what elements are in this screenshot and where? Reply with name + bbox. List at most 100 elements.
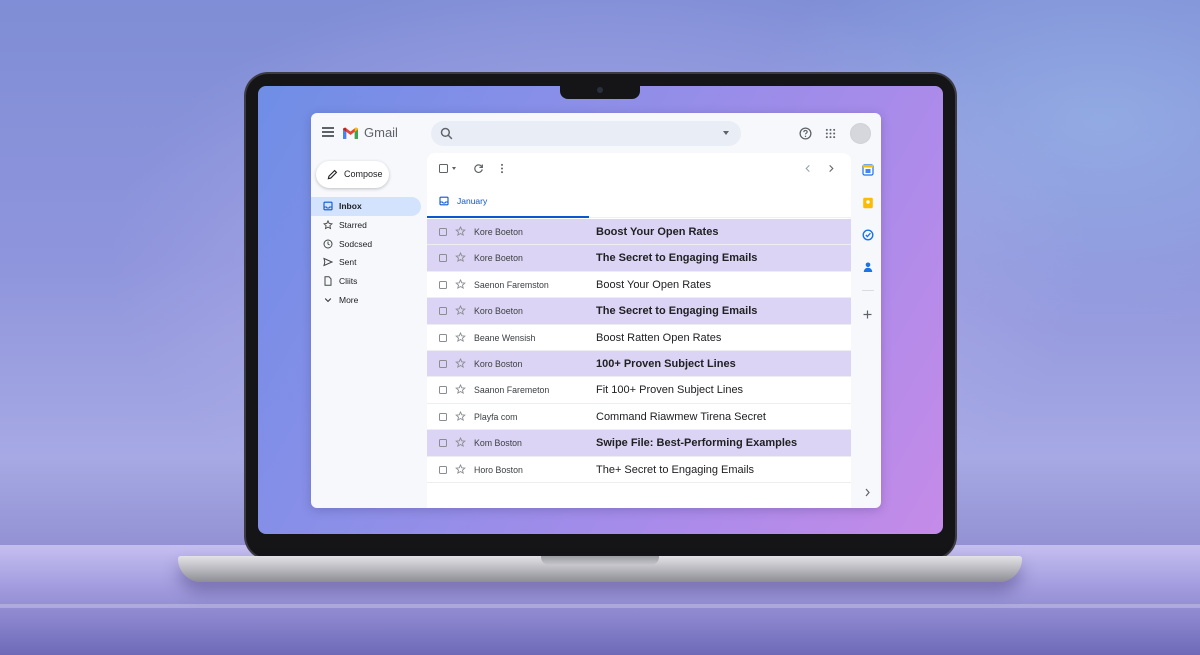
- table-row[interactable]: Playfa com Command Riawmew Tirena Secret: [427, 403, 851, 431]
- search-icon[interactable]: [440, 127, 453, 140]
- email-subject: The Secret to Engaging Emails: [596, 252, 758, 265]
- list-toolbar: [427, 153, 851, 184]
- side-panel-divider: [862, 290, 874, 291]
- star-icon[interactable]: [455, 410, 466, 422]
- hamburger-menu-icon[interactable]: [322, 127, 334, 137]
- row-checkbox[interactable]: [439, 359, 447, 368]
- draft-icon: [324, 276, 332, 286]
- table-row[interactable]: Koro Boston 100+ Proven Subject Lines: [427, 350, 851, 378]
- row-checkbox[interactable]: [439, 228, 447, 236]
- send-icon: [323, 258, 333, 267]
- search-bar[interactable]: [431, 121, 741, 146]
- star-icon[interactable]: [455, 437, 466, 448]
- calendar-icon[interactable]: [862, 164, 874, 176]
- email-sender: Koro Boeton: [474, 306, 523, 317]
- table-row[interactable]: Kore Boeton The Secret to Engaging Emails: [427, 245, 851, 272]
- chevron-right-icon[interactable]: [864, 488, 871, 497]
- gmail-window: Gmail Compose Inbox Starred Sodcsed Sent…: [311, 113, 881, 508]
- table-row[interactable]: Saanon Faremeton Fit 100+ Proven Subject …: [427, 377, 851, 404]
- row-checkbox[interactable]: [439, 307, 447, 316]
- tab-primary[interactable]: January: [427, 184, 589, 218]
- sidebar-item-drafts[interactable]: Cliits: [311, 272, 421, 291]
- tab-label: January: [457, 196, 488, 206]
- laptop-opening-notch: [541, 556, 659, 565]
- email-sender: Saenon Faremston: [474, 279, 549, 290]
- inbox-icon: [323, 201, 333, 211]
- chevron-right-icon[interactable]: [827, 164, 835, 173]
- email-sender: Saanon Faremeton: [474, 385, 550, 396]
- table-row[interactable]: Kore Boeton Boost Your Open Rates: [427, 219, 851, 246]
- pencil-icon: [327, 169, 338, 180]
- star-icon[interactable]: [455, 226, 466, 237]
- row-checkbox[interactable]: [439, 412, 447, 421]
- help-icon[interactable]: [799, 127, 812, 140]
- sidebar-item-label: Sent: [339, 257, 357, 268]
- star-icon[interactable]: [455, 384, 466, 395]
- row-checkbox[interactable]: [439, 254, 447, 263]
- compose-label: Compose: [344, 169, 383, 179]
- row-checkbox[interactable]: [439, 465, 447, 474]
- table-row[interactable]: Koro Boeton The Secret to Engaging Emails: [427, 298, 851, 325]
- star-icon[interactable]: [455, 252, 466, 263]
- star-icon[interactable]: [455, 357, 466, 369]
- more-vert-icon[interactable]: [500, 163, 504, 174]
- select-all-checkbox[interactable]: [439, 164, 448, 173]
- email-sender: Kom Boston: [474, 438, 522, 449]
- email-subject: The Secret to Engaging Emails: [596, 305, 758, 318]
- email-subject: 100+ Proven Subject Lines: [596, 357, 736, 370]
- message-list-panel: January Kore Boeton Boost Your Open Rates…: [427, 153, 851, 508]
- sidebar-item-snoozed[interactable]: Sodcsed: [311, 235, 421, 254]
- email-subject: Boost Your Open Rates: [596, 226, 719, 238]
- refresh-icon[interactable]: [473, 163, 484, 174]
- email-sender: Playfa com: [474, 411, 518, 422]
- avatar[interactable]: [850, 123, 871, 144]
- star-icon[interactable]: [455, 463, 466, 475]
- sidebar-item-starred[interactable]: Starred: [311, 216, 421, 235]
- inbox-icon: [439, 196, 449, 206]
- desk-edge: [0, 604, 1200, 608]
- search-input[interactable]: [461, 125, 711, 142]
- email-sender: Kore Boeton: [474, 227, 523, 237]
- email-subject: Boost Your Open Rates: [596, 278, 711, 291]
- category-tabs: January: [427, 184, 851, 218]
- keep-icon[interactable]: [862, 197, 874, 209]
- apps-grid-icon[interactable]: [825, 128, 836, 139]
- sidebar-item-inbox[interactable]: Inbox: [311, 197, 421, 216]
- top-bar: Gmail: [311, 113, 881, 153]
- search-options-icon[interactable]: [723, 131, 729, 135]
- select-options-icon[interactable]: [452, 167, 456, 170]
- sidebar-item-label: Sodcsed: [339, 238, 373, 249]
- row-checkbox[interactable]: [439, 386, 447, 395]
- star-icon[interactable]: [455, 278, 466, 290]
- table-row[interactable]: Beane Wensish Boost Ratten Open Rates: [427, 324, 851, 351]
- clock-icon: [323, 239, 333, 249]
- email-subject: Fit 100+ Proven Subject Lines: [596, 384, 744, 397]
- email-list: Kore Boeton Boost Your Open Rates Kore Boe…: [427, 219, 851, 483]
- sidebar-item-label: Cliits: [339, 276, 358, 287]
- contacts-icon[interactable]: [862, 261, 874, 273]
- row-checkbox[interactable]: [439, 280, 447, 289]
- sidebar-item-label: More: [339, 294, 359, 305]
- email-subject: Boost Ratten Open Rates: [596, 331, 722, 344]
- email-sender: Horo Boston: [474, 464, 523, 475]
- star-icon: [323, 219, 333, 230]
- row-checkbox[interactable]: [439, 439, 447, 448]
- chevron-left-icon[interactable]: [804, 164, 812, 173]
- table-row[interactable]: Kom Boston Swipe File: Best-Performing Ex…: [427, 430, 851, 457]
- chevron-down-icon: [324, 298, 332, 303]
- email-subject: The+ Secret to Engaging Emails: [596, 463, 755, 476]
- email-sender: Koro Boston: [474, 358, 523, 369]
- sidebar-nav: Inbox Starred Sodcsed Sent Cliits More: [311, 197, 423, 310]
- email-sender: Kore Boeton: [474, 253, 523, 264]
- sidebar-item-label: Inbox: [339, 201, 362, 211]
- tasks-icon[interactable]: [862, 229, 874, 241]
- sidebar-item-sent[interactable]: Sent: [311, 253, 421, 272]
- row-checkbox[interactable]: [439, 333, 447, 342]
- add-icon[interactable]: [862, 309, 873, 320]
- sidebar-item-more[interactable]: More: [311, 291, 421, 310]
- star-icon[interactable]: [455, 331, 466, 343]
- table-row[interactable]: Horo Boston The+ Secret to Engaging Email…: [427, 456, 851, 483]
- star-icon[interactable]: [455, 305, 466, 316]
- table-row[interactable]: Saenon Faremston Boost Your Open Rates: [427, 271, 851, 299]
- compose-button[interactable]: Compose: [316, 161, 389, 188]
